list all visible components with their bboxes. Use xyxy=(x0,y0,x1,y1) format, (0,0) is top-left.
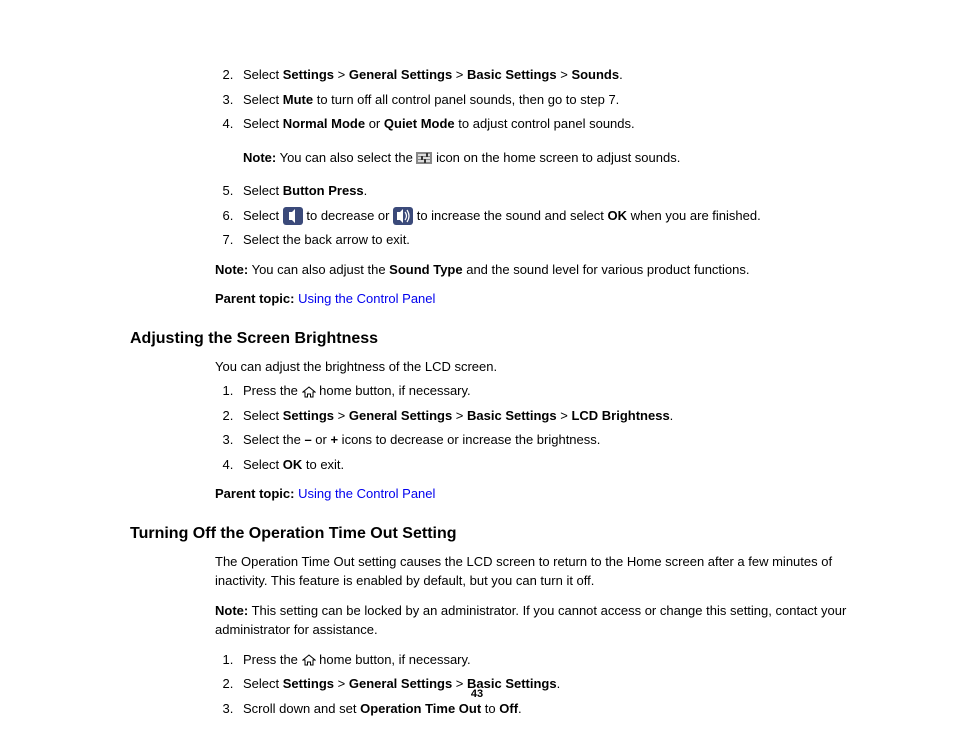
home-icon xyxy=(302,386,316,398)
heading-operation-timeout: Turning Off the Operation Time Out Setti… xyxy=(130,522,854,546)
list-item: Press the home button, if necessary. xyxy=(237,381,854,401)
text: . xyxy=(518,701,522,716)
heading-adjusting-brightness: Adjusting the Screen Brightness xyxy=(130,327,854,351)
section3-list: Press the home button, if necessary. Sel… xyxy=(215,650,854,719)
text: Select xyxy=(243,457,283,472)
text: home button, if necessary. xyxy=(319,383,471,398)
text: > xyxy=(557,67,572,82)
text: to xyxy=(481,701,499,716)
page-number: 43 xyxy=(0,686,954,703)
text: Select xyxy=(243,183,283,198)
bold: Basic Settings xyxy=(467,408,557,423)
list-item: Select Settings > General Settings > Bas… xyxy=(237,65,854,85)
text: to adjust control panel sounds. xyxy=(455,116,635,131)
list-item: Select the back arrow to exit. xyxy=(237,230,854,250)
list-item: Select Normal Mode or Quiet Mode to adju… xyxy=(237,114,854,167)
bold: Settings xyxy=(283,67,334,82)
text: Press the xyxy=(243,652,302,667)
list-item: Press the home button, if necessary. xyxy=(237,650,854,670)
parent-topic-label: Parent topic: xyxy=(215,291,294,306)
text: > xyxy=(334,408,349,423)
text: Select xyxy=(243,67,283,82)
note-paragraph: Note: You can also adjust the Sound Type… xyxy=(215,260,854,280)
text: . xyxy=(619,67,623,82)
text: . xyxy=(364,183,368,198)
text: icon on the home screen to adjust sounds… xyxy=(436,150,680,165)
text: home button, if necessary. xyxy=(319,652,471,667)
note-line: Note: You can also select the icon on th… xyxy=(243,148,854,168)
document-page: Select Settings > General Settings > Bas… xyxy=(0,0,954,738)
list-item: Select OK to exit. xyxy=(237,455,854,475)
bold: Mute xyxy=(283,92,313,107)
parent-topic-link[interactable]: Using the Control Panel xyxy=(298,486,435,501)
parent-topic-line: Parent topic: Using the Control Panel xyxy=(215,484,854,504)
section2-list: Press the home button, if necessary. Sel… xyxy=(215,381,854,474)
bold: Sound Type xyxy=(389,262,462,277)
parent-topic-line: Parent topic: Using the Control Panel xyxy=(215,289,854,309)
sound-sliders-icon xyxy=(416,152,432,164)
text: This setting can be locked by an adminis… xyxy=(215,603,846,638)
intro-text: The Operation Time Out setting causes th… xyxy=(215,552,854,591)
bold: – xyxy=(304,432,311,447)
speaker-decrease-icon xyxy=(283,207,303,225)
text: . xyxy=(670,408,674,423)
list-item: Select to decrease or to increase the so… xyxy=(237,206,854,226)
text: when you are finished. xyxy=(627,208,761,223)
bold: Normal Mode xyxy=(283,116,365,131)
text: and the sound level for various product … xyxy=(463,262,750,277)
bold: Basic Settings xyxy=(467,67,557,82)
text: to decrease or xyxy=(306,208,393,223)
parent-topic-link[interactable]: Using the Control Panel xyxy=(298,291,435,306)
text: icons to decrease or increase the bright… xyxy=(338,432,600,447)
text: to exit. xyxy=(302,457,344,472)
text: > xyxy=(452,408,467,423)
bold: OK xyxy=(608,208,628,223)
main-content: Select Settings > General Settings > Bas… xyxy=(215,65,854,718)
bold: Sounds xyxy=(571,67,619,82)
bold: LCD Brightness xyxy=(571,408,669,423)
list-item: Select the – or + icons to decrease or i… xyxy=(237,430,854,450)
section1-list: Select Settings > General Settings > Bas… xyxy=(215,65,854,250)
text: Select the back arrow to exit. xyxy=(243,232,410,247)
text: to turn off all control panel sounds, th… xyxy=(313,92,619,107)
intro-text: You can adjust the brightness of the LCD… xyxy=(215,357,854,377)
home-icon xyxy=(302,654,316,666)
text: You can also adjust the xyxy=(248,262,389,277)
bold: Quiet Mode xyxy=(384,116,455,131)
list-item: Select Button Press. xyxy=(237,181,854,201)
text: > xyxy=(557,408,572,423)
text: You can also select the xyxy=(276,150,416,165)
bold: Operation Time Out xyxy=(360,701,481,716)
text: Press the xyxy=(243,383,302,398)
text: Select xyxy=(243,208,283,223)
bold: OK xyxy=(283,457,303,472)
speaker-increase-icon xyxy=(393,207,413,225)
text: to increase the sound and select xyxy=(417,208,608,223)
text: > xyxy=(334,67,349,82)
text: or xyxy=(312,432,331,447)
list-item: Select Mute to turn off all control pane… xyxy=(237,90,854,110)
bold: General Settings xyxy=(349,408,452,423)
note-paragraph: Note: This setting can be locked by an a… xyxy=(215,601,854,640)
note-label: Note: xyxy=(243,150,276,165)
text: > xyxy=(452,67,467,82)
bold: + xyxy=(330,432,338,447)
text: Select xyxy=(243,116,283,131)
note-label: Note: xyxy=(215,603,248,618)
bold: Settings xyxy=(283,408,334,423)
text: Scroll down and set xyxy=(243,701,360,716)
note-label: Note: xyxy=(215,262,248,277)
list-item: Select Settings > General Settings > Bas… xyxy=(237,406,854,426)
parent-topic-label: Parent topic: xyxy=(215,486,294,501)
text: Select the xyxy=(243,432,304,447)
text: or xyxy=(365,116,384,131)
bold: Button Press xyxy=(283,183,364,198)
bold: Off xyxy=(499,701,518,716)
text: Select xyxy=(243,408,283,423)
text: Select xyxy=(243,92,283,107)
bold: General Settings xyxy=(349,67,452,82)
